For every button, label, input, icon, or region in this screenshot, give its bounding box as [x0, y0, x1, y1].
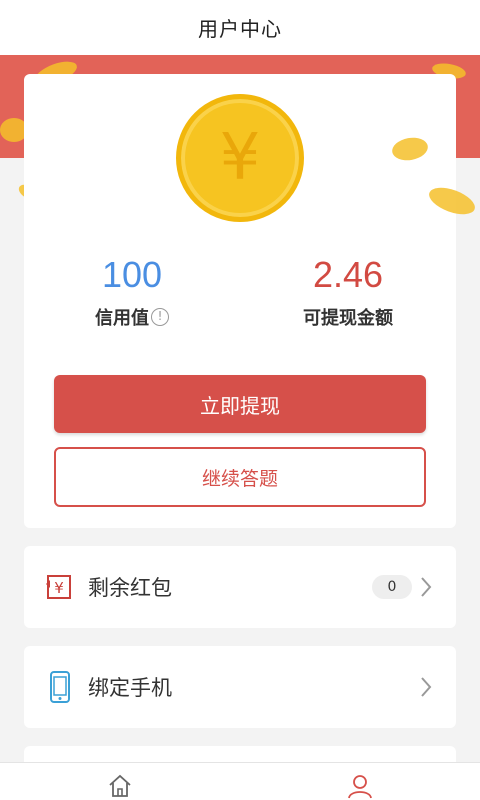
withdrawable-label-row: 可提现金额: [240, 304, 456, 330]
tab-bar: [0, 762, 480, 800]
withdrawable-value: 2.46: [312, 254, 384, 295]
bind-phone-row[interactable]: 绑定手机: [24, 646, 456, 728]
account-card: ¥ 100 信用值 ! 2.46 可提现金额 立即提现 继续答题: [24, 74, 456, 528]
count-badge: 0: [372, 575, 412, 599]
withdraw-button[interactable]: 立即提现: [54, 375, 426, 433]
chevron-right-icon: [421, 677, 432, 697]
withdrawable-stat: 2.46 可提现金额: [240, 254, 456, 330]
home-icon[interactable]: [107, 773, 133, 799]
page-title: 用户中心: [198, 17, 282, 41]
credit-stat: 100 信用值 !: [24, 254, 240, 330]
continue-quiz-button[interactable]: 继续答题: [54, 447, 426, 507]
chevron-right-icon: [421, 577, 432, 597]
withdrawable-label: 可提现金额: [303, 308, 393, 329]
credit-value: 100: [101, 254, 163, 295]
info-icon[interactable]: !: [151, 308, 169, 326]
red-envelope-yuan-icon: ¥: [46, 575, 71, 599]
row-label: 绑定手机: [88, 676, 172, 700]
credit-label: 信用值: [95, 308, 149, 329]
row-label: 剩余红包: [88, 576, 172, 600]
credit-label-row: 信用值 !: [24, 304, 240, 330]
user-icon[interactable]: [347, 773, 373, 799]
yuan-coin-icon: ¥: [176, 94, 304, 222]
header: 用户中心: [0, 0, 480, 55]
remaining-red-envelope-row[interactable]: ¥ 剩余红包 0: [24, 546, 456, 628]
phone-icon: [50, 671, 70, 703]
svg-text:¥: ¥: [54, 579, 64, 597]
